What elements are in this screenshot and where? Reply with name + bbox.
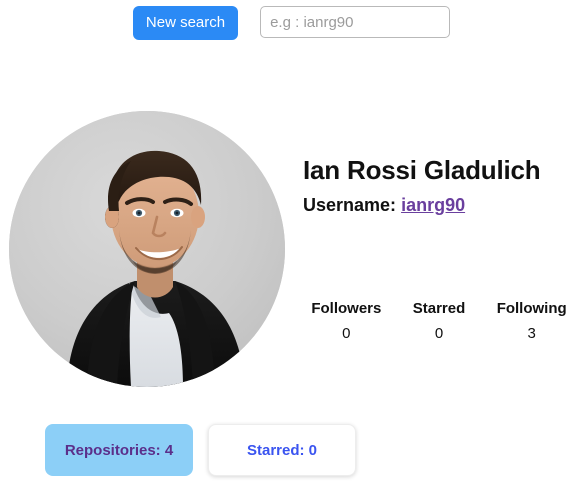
stat-label: Following xyxy=(496,300,567,317)
profile-full-name: Ian Rossi Gladulich xyxy=(303,155,541,185)
profile-info: Ian Rossi Gladulich Username: ianrg90 Fo… xyxy=(295,50,583,405)
avatar-photo xyxy=(9,111,285,387)
stat-value: 3 xyxy=(527,325,536,342)
stat-starred: Starred 0 xyxy=(393,300,486,342)
new-search-button[interactable]: New search xyxy=(132,6,239,40)
tab-bar: Repositories: 4 Starred: 0 xyxy=(45,424,356,476)
stat-followers: Followers 0 xyxy=(300,300,393,342)
tab-starred[interactable]: Starred: 0 xyxy=(208,424,356,476)
stat-label: Starred xyxy=(412,300,466,317)
username-link[interactable]: ianrg90 xyxy=(401,195,465,215)
search-input[interactable] xyxy=(260,6,451,38)
stats-row: Followers 0 Starred 0 Following 3 xyxy=(300,300,578,342)
stat-following: Following 3 xyxy=(485,300,578,342)
stat-label: Followers xyxy=(311,300,382,317)
stat-value: 0 xyxy=(434,325,444,342)
profile-section: Ian Rossi Gladulich Username: ianrg90 Fo… xyxy=(0,50,583,405)
tab-repositories[interactable]: Repositories: 4 xyxy=(45,424,193,476)
username-label: Username: xyxy=(303,195,397,215)
stat-value: 0 xyxy=(342,325,351,342)
search-bar: New search xyxy=(0,0,583,50)
username-line: Username: ianrg90 xyxy=(303,195,465,216)
avatar xyxy=(9,111,285,387)
